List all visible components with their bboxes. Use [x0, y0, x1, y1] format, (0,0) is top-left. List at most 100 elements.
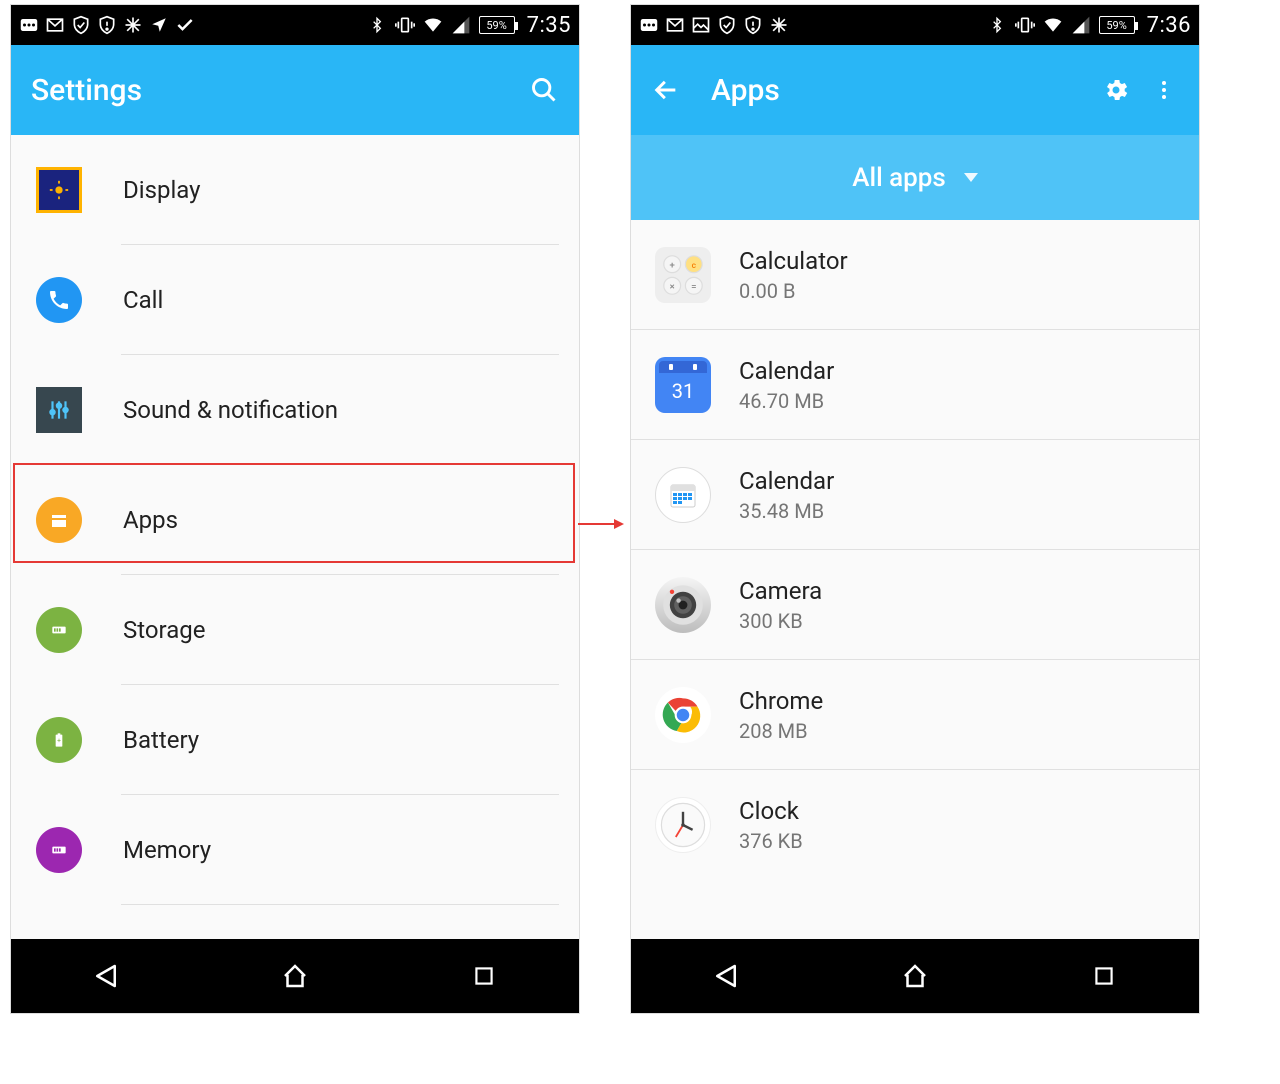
- gmail-icon: [665, 15, 685, 35]
- settings-item-sound[interactable]: Sound & notification: [11, 355, 579, 465]
- page-title: Settings: [31, 73, 142, 108]
- signal-icon: [1071, 15, 1091, 35]
- settings-item-memory[interactable]: Memory: [11, 795, 579, 905]
- apps-icon: [36, 497, 82, 543]
- settings-item-label: Apps: [123, 506, 178, 534]
- recent-button[interactable]: [464, 956, 504, 996]
- app-name: Chrome: [739, 687, 823, 715]
- svg-text:+: +: [670, 260, 675, 271]
- image-icon: [691, 15, 711, 35]
- settings-item-call[interactable]: Call: [11, 245, 579, 355]
- svg-text:=: =: [691, 281, 696, 292]
- app-item-calculator[interactable]: + c × = Calculator 0.00 B: [631, 220, 1199, 330]
- settings-screen: 59% 7:35 Settings Display: [10, 4, 580, 1014]
- back-button[interactable]: [86, 956, 126, 996]
- filter-dropdown[interactable]: All apps: [631, 135, 1199, 220]
- clock-time: 7:35: [527, 13, 571, 38]
- memory-icon: [36, 827, 82, 873]
- equalizer-icon: [36, 387, 82, 433]
- search-icon[interactable]: [529, 75, 559, 105]
- wifi-icon: [1043, 15, 1063, 35]
- app-bar: Apps: [631, 45, 1199, 135]
- app-size: 0.00 B: [739, 279, 848, 303]
- app-name: Calculator: [739, 247, 848, 275]
- back-button[interactable]: [706, 956, 746, 996]
- app-item-calendar-stock[interactable]: Calendar 35.48 MB: [631, 440, 1199, 550]
- shield-check-icon: [717, 15, 737, 35]
- shield-check-icon: [71, 15, 91, 35]
- svg-text:+: +: [57, 737, 61, 745]
- app-item-chrome[interactable]: Chrome 208 MB: [631, 660, 1199, 770]
- asterisk-icon: [123, 15, 143, 35]
- gmail-icon: [45, 15, 65, 35]
- overflow-icon[interactable]: [1149, 75, 1179, 105]
- bluetooth-icon: [987, 15, 1007, 35]
- calendar-icon: [655, 467, 711, 523]
- app-name: Clock: [739, 797, 803, 825]
- app-name: Calendar: [739, 357, 834, 385]
- app-name: Camera: [739, 577, 822, 605]
- camera-icon: [655, 577, 711, 633]
- home-button[interactable]: [275, 956, 315, 996]
- vibrate-icon: [1015, 15, 1035, 35]
- settings-item-label: Battery: [123, 726, 199, 754]
- more-icon: [639, 15, 659, 35]
- clock-icon: [655, 797, 711, 853]
- app-size: 208 MB: [739, 719, 823, 743]
- nav-bar: [631, 939, 1199, 1013]
- app-size: 300 KB: [739, 609, 822, 633]
- battery-icon: +: [36, 717, 82, 763]
- back-arrow-icon[interactable]: [651, 75, 681, 105]
- display-icon: [36, 167, 82, 213]
- more-icon: [19, 15, 39, 35]
- settings-item-display[interactable]: Display: [11, 135, 579, 245]
- check-icon: [175, 15, 195, 35]
- svg-text:×: ×: [670, 281, 675, 292]
- shield-alert-icon: [743, 15, 763, 35]
- page-title: Apps: [711, 73, 780, 108]
- location-icon: [149, 15, 169, 35]
- vibrate-icon: [395, 15, 415, 35]
- battery-icon: 59%: [479, 16, 515, 34]
- battery-icon: 59%: [1099, 16, 1135, 34]
- gear-icon[interactable]: [1101, 75, 1131, 105]
- recent-button[interactable]: [1084, 956, 1124, 996]
- apps-list: + c × = Calculator 0.00 B 31 Calendar: [631, 220, 1199, 939]
- app-bar: Settings: [11, 45, 579, 135]
- bluetooth-icon: [367, 15, 387, 35]
- filter-label: All apps: [852, 163, 946, 193]
- phone-icon: [36, 277, 82, 323]
- chrome-icon: [655, 687, 711, 743]
- app-item-calendar-google[interactable]: 31 Calendar 46.70 MB: [631, 330, 1199, 440]
- arrow-icon: [576, 508, 624, 541]
- settings-item-label: Display: [123, 176, 201, 204]
- home-button[interactable]: [895, 956, 935, 996]
- app-item-clock[interactable]: Clock 376 KB: [631, 770, 1199, 880]
- wifi-icon: [423, 15, 443, 35]
- storage-icon: [36, 607, 82, 653]
- shield-alert-icon: [97, 15, 117, 35]
- app-name: Calendar: [739, 467, 834, 495]
- asterisk-icon: [769, 15, 789, 35]
- signal-icon: [451, 15, 471, 35]
- apps-screen: 59% 7:36 Apps All apps: [630, 4, 1200, 1014]
- settings-item-apps[interactable]: Apps: [11, 465, 579, 575]
- chevron-down-icon: [964, 173, 978, 182]
- status-bar: 59% 7:36: [631, 5, 1199, 45]
- settings-item-storage[interactable]: Storage: [11, 575, 579, 685]
- calendar-icon: 31: [655, 357, 711, 413]
- settings-list: Display Call Sound & notification: [11, 135, 579, 939]
- app-size: 35.48 MB: [739, 499, 834, 523]
- svg-text:c: c: [692, 261, 697, 271]
- nav-bar: [11, 939, 579, 1013]
- clock-time: 7:36: [1147, 13, 1191, 38]
- settings-item-label: Call: [123, 286, 163, 314]
- app-item-camera[interactable]: Camera 300 KB: [631, 550, 1199, 660]
- settings-item-label: Storage: [123, 616, 205, 644]
- app-size: 46.70 MB: [739, 389, 834, 413]
- status-bar: 59% 7:35: [11, 5, 579, 45]
- app-size: 376 KB: [739, 829, 803, 853]
- calculator-icon: + c × =: [655, 247, 711, 303]
- settings-item-label: Sound & notification: [123, 396, 338, 424]
- settings-item-battery[interactable]: + Battery: [11, 685, 579, 795]
